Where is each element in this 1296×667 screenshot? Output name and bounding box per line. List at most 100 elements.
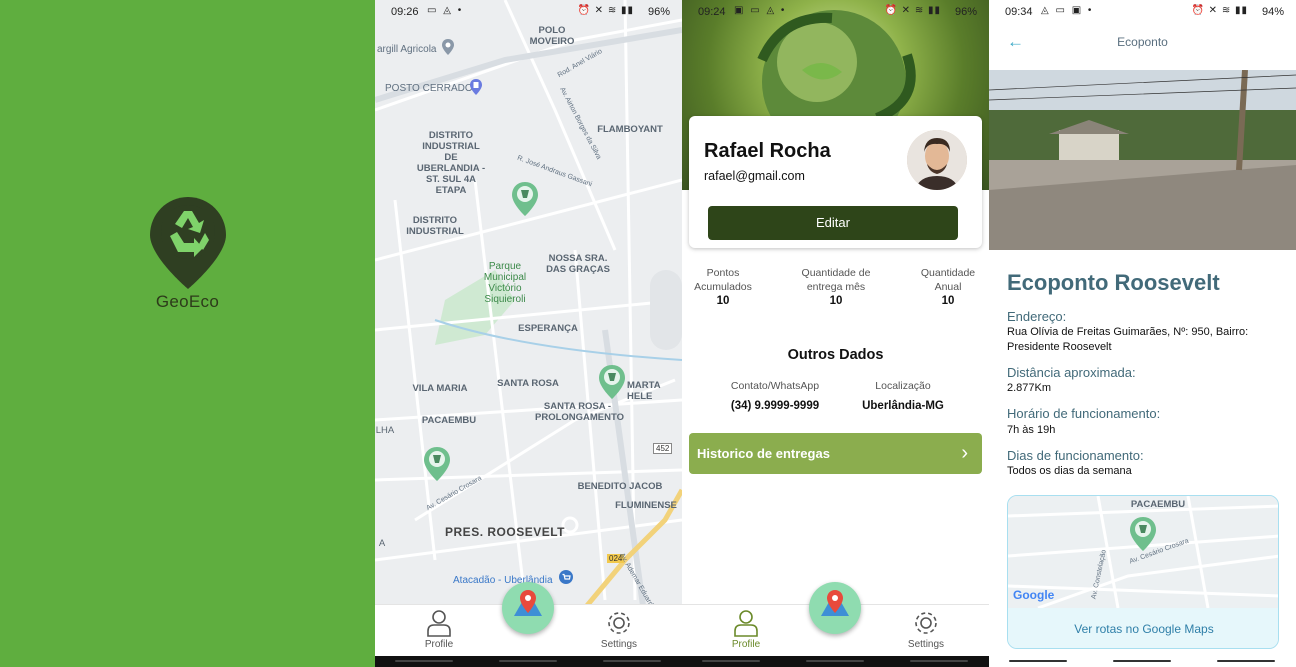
history-button[interactable]: Historico de entregas ›: [689, 433, 982, 474]
stat-value: 10: [829, 295, 843, 307]
nav-profile[interactable]: Profile: [409, 609, 469, 650]
nav-settings[interactable]: Settings: [589, 609, 649, 650]
user-name: Rafael Rocha: [704, 140, 831, 162]
address-label: Endereço:: [1007, 309, 1067, 324]
avatar-photo-icon: [907, 130, 967, 190]
days-value: Todos os dias da semana: [1007, 465, 1132, 477]
nav-profile-label: Profile: [731, 639, 761, 650]
map-pin-icon: [514, 590, 542, 616]
nav-settings-label: Settings: [600, 639, 638, 650]
battery-level: 94%: [1261, 6, 1284, 18]
app-bar: ← Ecoponto: [989, 24, 1296, 70]
map-label: ESPERANÇA: [518, 323, 578, 334]
map-label: SANTA ROSA - PROLONGAMENTO: [535, 401, 625, 423]
status-bar: 09:24 ▣ ▭ ◬ • ⏰ ✕ ≋ ▮▮ 96%: [682, 0, 989, 24]
stat-label: Pontos Acumulados: [694, 267, 752, 293]
stat-points: Pontos Acumulados 10: [683, 266, 763, 308]
map-label: VILA MARIA: [412, 383, 468, 394]
map-screen: 09:26 ▭ ◬ • ⏰ ✕ ≋ ▮▮ 96% POLO MOVEIRO ar…: [375, 0, 682, 667]
ecoponto-title: Ecoponto Roosevelt: [1007, 270, 1220, 295]
gear-icon: [608, 612, 630, 634]
contact-info: Contato/WhatsApp (34) 9.9999-9999: [710, 380, 840, 412]
avatar: [907, 130, 967, 190]
shopping-cart-icon[interactable]: [559, 570, 573, 584]
map-fab[interactable]: [809, 582, 861, 634]
distance-value: 2.877Km: [1007, 382, 1052, 394]
nav-settings[interactable]: Settings: [896, 609, 956, 650]
ecopoint-pin-icon[interactable]: [1129, 516, 1157, 552]
map-label: FLAMBOYANT: [597, 124, 663, 135]
system-nav-bar: [989, 656, 1296, 667]
person-icon: [427, 610, 451, 637]
contact-value: (34) 9.9999-9999: [730, 400, 820, 412]
google-logo: Google: [1013, 588, 1054, 602]
map-label: NOSSA SRA. DAS GRAÇAS: [546, 253, 610, 275]
ecoponto-photo: [989, 70, 1296, 250]
nav-profile[interactable]: Profile: [716, 609, 776, 650]
status-bar: 09:34 ◬ ▭ ▣ • ⏰ ✕ ≋ ▮▮ 94%: [989, 0, 1296, 24]
geoeco-logo-icon: [150, 197, 226, 289]
section-title: Outros Dados: [787, 347, 884, 363]
signal-icon: ⏰ ✕ ≋ ▮▮: [1191, 5, 1248, 16]
status-time: 09:24: [698, 6, 726, 18]
stat-annual: Quantidade Anual 10: [908, 266, 988, 308]
app-bar-title: Ecoponto: [1117, 35, 1168, 49]
road-shield: 452: [653, 443, 673, 454]
ecopoint-pin-icon[interactable]: [511, 181, 539, 217]
status-icons: ▭ ◬ •: [427, 5, 464, 16]
mini-map[interactable]: PACAEMBU Av. Cesário Crosara Av. Constel…: [1007, 495, 1279, 649]
status-time: 09:26: [391, 6, 419, 18]
map-label: PRES. ROOSEVELT: [445, 525, 565, 539]
ecoponto-screen: 09:34 ◬ ▭ ▣ • ⏰ ✕ ≋ ▮▮ 94% ← Ecoponto Ec…: [989, 0, 1296, 667]
map-label: DISTRITO INDUSTRIAL DE UBERLANDIA - ST. …: [416, 130, 486, 196]
stat-monthly: Quantidade de entrega mês 10: [796, 266, 876, 308]
hours-label: Horário de funcionamento:: [1007, 406, 1161, 421]
hours-value: 7h às 19h: [1007, 424, 1056, 436]
map-label: DISTRITO INDUSTRIAL: [406, 215, 464, 237]
location-info: Localização Uberlândia-MG: [838, 380, 968, 412]
stat-label: Quantidade Anual: [920, 267, 976, 293]
brand-name: GeoEco: [155, 292, 220, 311]
map-label: FLUMINENSE: [615, 500, 677, 511]
battery-level: 96%: [647, 6, 670, 18]
map-label: LHA: [375, 425, 395, 436]
stat-value: 10: [716, 295, 730, 307]
chevron-right-icon: ›: [961, 442, 968, 464]
address-value: Rua Olívia de Freitas Guimarães, Nº: 950…: [1007, 326, 1249, 353]
signal-icon: ⏰ ✕ ≋ ▮▮: [884, 5, 941, 16]
stat-label: Quantidade de entrega mês: [801, 267, 871, 293]
signal-icon: ⏰ ✕ ≋ ▮▮: [577, 5, 634, 16]
place-pin-icon[interactable]: [441, 38, 455, 56]
system-nav-bar: [682, 656, 989, 667]
map-label: POLO MOVEIRO: [529, 25, 575, 47]
map-label: PACAEMBU: [1130, 499, 1186, 510]
map-pin-icon: [821, 590, 849, 616]
map-label: POSTO CERRADO: [385, 83, 473, 94]
person-icon: [734, 610, 758, 637]
status-bar: 09:26 ▭ ◬ • ⏰ ✕ ≋ ▮▮ 96%: [375, 0, 682, 24]
location-value: Uberlândia-MG: [862, 400, 944, 412]
nav-profile-label: Profile: [424, 639, 454, 650]
battery-level: 96%: [954, 6, 977, 18]
street-view-image: [989, 70, 1296, 250]
map-fab[interactable]: [502, 582, 554, 634]
google-logo-text: Google: [1013, 588, 1055, 602]
ecopoint-pin-icon[interactable]: [423, 446, 451, 482]
ecopoint-pin-icon[interactable]: [598, 364, 626, 400]
profile-card: Rafael Rocha rafael@gmail.com Editar: [689, 116, 982, 248]
map-label: argill Agricola: [377, 44, 437, 55]
distance-label: Distância aproximada:: [1007, 365, 1136, 380]
splash-screen: GeoEco: [0, 0, 375, 667]
location-label: Localização: [875, 380, 931, 392]
profile-screen: 09:24 ▣ ▭ ◬ • ⏰ ✕ ≋ ▮▮ 96% Rafael Rocha …: [682, 0, 989, 667]
status-time: 09:34: [1005, 6, 1033, 18]
stat-value: 10: [941, 295, 955, 307]
edit-button[interactable]: Editar: [708, 206, 958, 240]
map-label: PACAEMBU: [421, 415, 477, 426]
days-label: Dias de funcionamento:: [1007, 448, 1144, 463]
map-label: A: [378, 538, 386, 549]
routes-button[interactable]: Ver rotas no Google Maps: [1008, 608, 1278, 648]
fuel-station-icon[interactable]: [469, 78, 483, 96]
map-label: BENEDITO JACOB: [577, 481, 663, 492]
park-label: Parque Municipal Victório Siquieroli: [483, 261, 527, 305]
